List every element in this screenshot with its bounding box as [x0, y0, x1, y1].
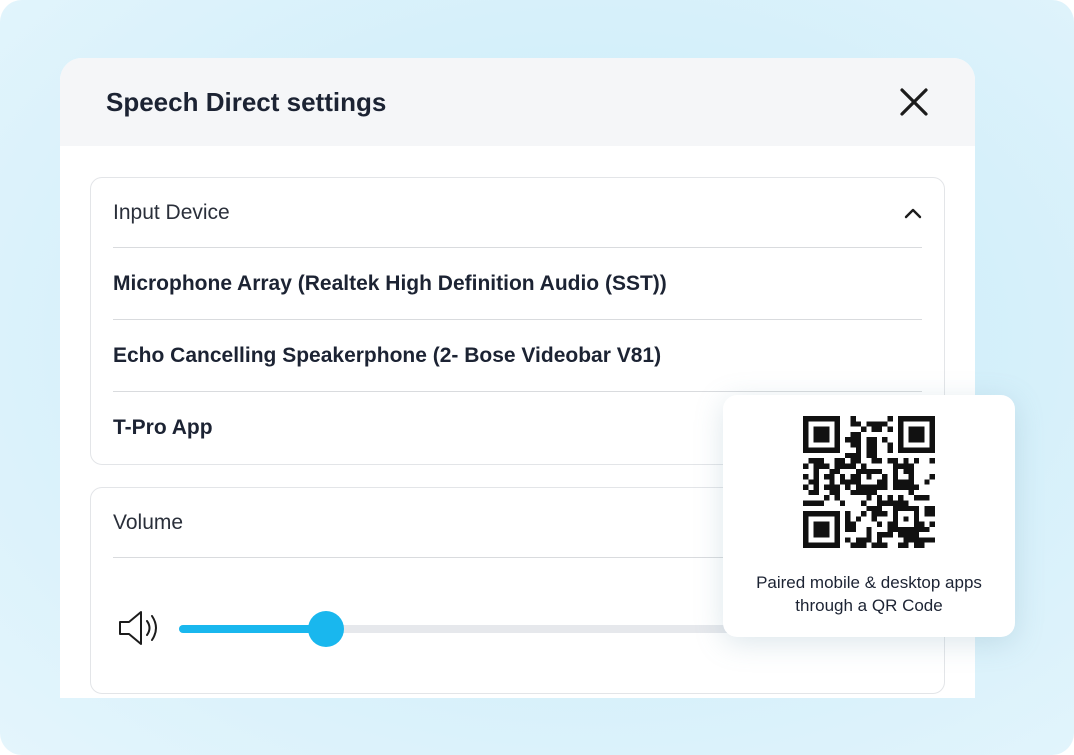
volume-slider-fill: [179, 625, 326, 633]
qr-pairing-card: Paired mobile & desktop apps through a Q…: [723, 395, 1015, 637]
device-option-echo-speakerphone[interactable]: Echo Cancelling Speakerphone (2- Bose Vi…: [113, 320, 922, 392]
close-icon: [900, 88, 928, 116]
volume-label: Volume: [113, 510, 184, 534]
close-button[interactable]: [899, 87, 929, 117]
chevron-up-icon[interactable]: [904, 207, 922, 219]
dialog-title: Speech Direct settings: [106, 86, 387, 117]
speaker-icon[interactable]: [117, 608, 161, 653]
dialog-header: Speech Direct settings: [60, 58, 975, 146]
qr-caption-line-2: through a QR Code: [795, 596, 943, 615]
device-option-label: T-Pro App: [113, 415, 213, 439]
device-option-label: Echo Cancelling Speakerphone (2- Bose Vi…: [113, 343, 662, 367]
input-device-label: Input Device: [113, 200, 230, 224]
qr-caption: Paired mobile & desktop apps through a Q…: [723, 571, 1015, 617]
device-option-microphone-array[interactable]: Microphone Array (Realtek High Definitio…: [113, 248, 922, 320]
background: Speech Direct settings Input Device Micr…: [0, 0, 1074, 755]
qr-caption-line-1: Paired mobile & desktop apps: [756, 573, 982, 592]
qr-code-icon[interactable]: [803, 416, 935, 548]
input-device-header[interactable]: Input Device: [113, 178, 922, 248]
device-option-label: Microphone Array (Realtek High Definitio…: [113, 271, 667, 295]
volume-slider-thumb[interactable]: [308, 611, 344, 647]
